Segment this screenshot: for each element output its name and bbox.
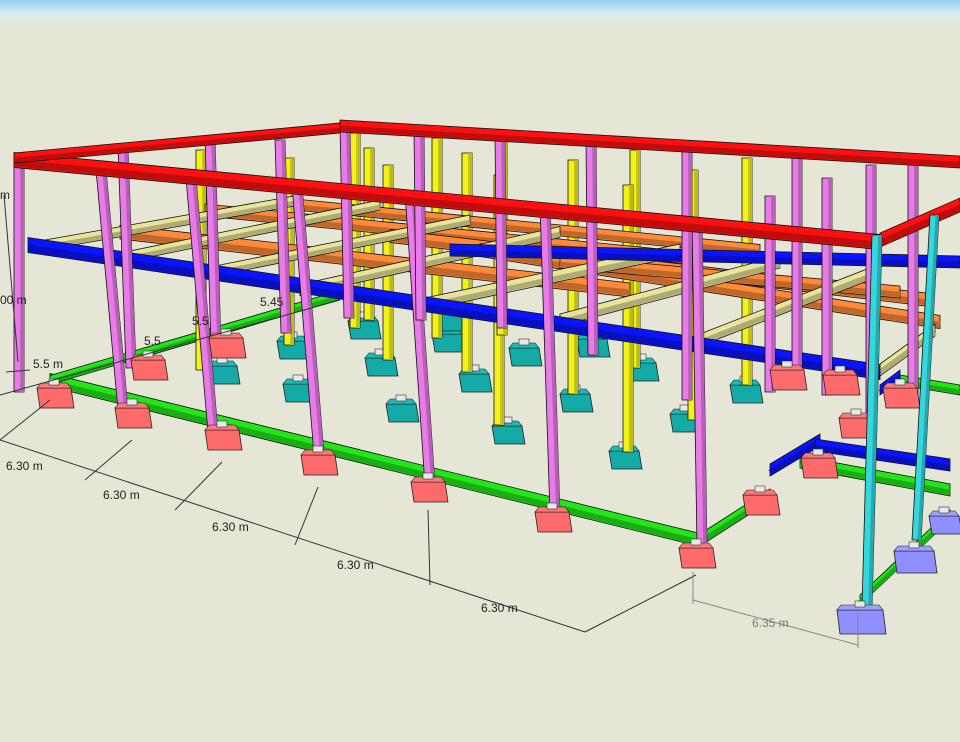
footing-purple: [928, 515, 960, 535]
footing-red: [742, 494, 781, 516]
dimension-label-left-a: 5.45: [260, 295, 284, 309]
footing-red-stub: [312, 445, 324, 453]
footing-red-stub: [754, 485, 766, 493]
structure-model[interactable]: 6.30 m 6.30 m 6.30 m 6.30 m 6.30 m 6.35 …: [0, 0, 960, 742]
dimension-label-height: 00 m: [0, 293, 27, 307]
model-viewport[interactable]: 6.30 m 6.30 m 6.30 m 6.30 m 6.30 m 6.35 …: [0, 0, 960, 742]
column-side: [20, 160, 24, 392]
footing-red: [534, 511, 573, 533]
footing-red-stub: [216, 420, 228, 428]
footing-red: [300, 454, 339, 476]
footing-red-stub: [781, 360, 793, 368]
footing-red: [882, 387, 921, 409]
footing-teal: [508, 347, 543, 367]
footing-teal: [608, 450, 643, 470]
column-side: [828, 178, 832, 395]
footing-red: [769, 369, 808, 391]
footing-red-stub: [690, 538, 702, 546]
footing-teal-stub: [518, 338, 530, 346]
dimension-label-bay-1: 6.30 m: [6, 459, 43, 473]
footing-red: [204, 429, 243, 451]
dimension-label-bay-3: 6.30 m: [212, 520, 249, 534]
footing-purple: [893, 550, 938, 574]
footing-teal: [364, 357, 399, 377]
footing-red: [36, 387, 75, 409]
footing-purple: [836, 609, 887, 635]
footing-teal: [458, 373, 493, 393]
dimension-label-left-e: 5.5 m: [33, 357, 63, 371]
footing-red: [114, 407, 153, 429]
footing-purple-stub: [854, 600, 866, 608]
interior-column-side: [468, 153, 472, 372]
footing-red-stub: [812, 448, 824, 456]
footing-teal-stub: [395, 394, 407, 402]
footing-teal: [559, 393, 594, 413]
footing-red-stub: [126, 398, 138, 406]
footing-teal-stub: [292, 374, 304, 382]
footing-red: [410, 481, 449, 503]
dimension-label-side: 6.35 m: [752, 616, 789, 630]
footing-teal: [491, 425, 526, 445]
dimension-label-bay-4: 6.30 m: [337, 558, 374, 572]
footing-red-stub: [834, 365, 846, 373]
dimension-label-bay-2: 6.30 m: [103, 488, 140, 502]
footing-red: [208, 337, 247, 359]
footing-red: [822, 374, 861, 396]
column-side: [688, 143, 692, 400]
footing-teal: [385, 403, 420, 423]
footing-red: [800, 457, 839, 479]
footing-teal: [729, 384, 764, 404]
footing-purple-stub: [908, 541, 920, 549]
footing-purple-stub: [938, 506, 950, 514]
footing-red-stub: [546, 502, 558, 510]
sky: [0, 0, 960, 22]
footing-red-stub: [422, 472, 434, 480]
footing-red: [130, 359, 169, 381]
column-side: [914, 158, 918, 400]
column-side: [798, 150, 802, 385]
dimension-label-left-c: 5.5: [144, 334, 161, 348]
footing-red: [678, 547, 717, 569]
dimension-label-left-b: 5.5: [192, 314, 209, 328]
footing-red-stub: [894, 378, 906, 386]
dimension-label-bay-5: 6.30 m: [481, 601, 518, 615]
dimension-label-top: m: [0, 188, 10, 202]
footing-red-stub: [850, 408, 862, 416]
